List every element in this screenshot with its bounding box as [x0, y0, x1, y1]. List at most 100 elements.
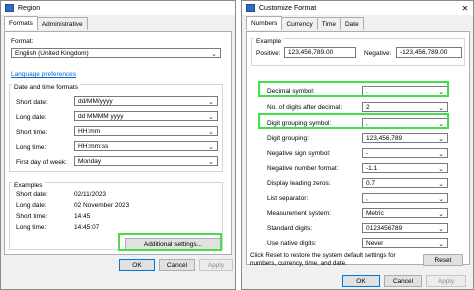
native-digits-value: Never	[366, 239, 384, 247]
reset-button[interactable]: Reset	[423, 254, 463, 266]
negative-number-format-select[interactable]: -1.1 ⌄	[362, 163, 448, 173]
tab-numbers[interactable]: Numbers	[246, 16, 283, 30]
first-day-select[interactable]: Monday ⌄	[74, 156, 218, 166]
measurement-system-select[interactable]: Metric ⌄	[362, 208, 448, 218]
reset-description: Click Reset to restore the system defaul…	[250, 252, 396, 267]
positive-value: 123,456,789.00	[288, 49, 334, 56]
negative-number-format-label: Negative number format:	[267, 165, 339, 172]
tab-formats[interactable]: Formats	[4, 16, 38, 30]
example-short-time-label: Short time:	[16, 213, 48, 220]
decimal-symbol-select[interactable]: . ⌄	[362, 86, 448, 96]
region-titlebar[interactable]: Region	[1, 1, 235, 15]
example-short-date-label: Short date:	[16, 191, 48, 198]
chevron-down-icon: ⌄	[438, 89, 444, 96]
chevron-down-icon: ⌄	[438, 151, 444, 158]
digit-grouping-select[interactable]: 123,456,789 ⌄	[362, 133, 448, 143]
example-group: Example Positive: 123,456,789.00 Negativ…	[251, 38, 465, 66]
format-value: English (United Kingdom)	[15, 49, 89, 57]
example-short-time-value: 14:45	[74, 213, 91, 220]
format-select[interactable]: English (United Kingdom) ⌄	[11, 48, 221, 58]
tab-administrative[interactable]: Administrative	[36, 17, 88, 30]
chevron-down-icon: ⌄	[208, 159, 214, 166]
positive-label: Positive:	[256, 50, 281, 57]
customize-titlebar[interactable]: Customize Format ✕	[242, 1, 473, 15]
list-separator-select[interactable]: , ⌄	[362, 193, 448, 203]
digits-after-decimal-label: No. of digits after decimal:	[267, 104, 343, 111]
numbers-panel: Example Positive: 123,456,789.00 Negativ…	[246, 31, 470, 265]
digits-after-decimal-select[interactable]: 2 ⌄	[362, 102, 448, 112]
negative-value: -123,456,789.00	[400, 49, 448, 56]
customize-apply-button[interactable]: Apply	[426, 275, 466, 287]
example-long-date-label: Long date:	[16, 202, 47, 209]
digit-grouping-symbol-value: ,	[366, 119, 368, 127]
example-long-time-label: Long time:	[16, 224, 47, 231]
short-date-label: Short date:	[16, 99, 48, 106]
chevron-down-icon: ⌄	[438, 211, 444, 218]
chevron-down-icon: ⌄	[438, 181, 444, 188]
example-group-title: Example	[254, 38, 284, 45]
decimal-symbol-value: .	[366, 87, 368, 95]
digit-grouping-symbol-select[interactable]: , ⌄	[362, 118, 448, 128]
datetime-group-title: Date and time formats	[12, 84, 80, 91]
standard-digits-label: Standard digits:	[267, 225, 313, 232]
long-date-select[interactable]: dd MMMM yyyy ⌄	[74, 111, 218, 121]
long-time-label: Long time:	[16, 144, 47, 151]
native-digits-select[interactable]: Never ⌄	[362, 238, 448, 248]
region-apply-button[interactable]: Apply	[199, 259, 233, 271]
customize-ok-button[interactable]: OK	[342, 275, 380, 287]
short-time-select[interactable]: HH:mm ⌄	[74, 126, 218, 136]
chevron-down-icon: ⌄	[438, 136, 444, 143]
standard-digits-select[interactable]: 0123456789 ⌄	[362, 223, 448, 233]
short-date-select[interactable]: dd/MM/yyyy ⌄	[74, 96, 218, 106]
region-title: Region	[18, 4, 41, 12]
long-time-value: HH:mm:ss	[78, 142, 109, 150]
decimal-symbol-label: Decimal symbol:	[267, 88, 315, 95]
chevron-down-icon: ⌄	[438, 121, 444, 128]
short-time-label: Short time:	[16, 129, 48, 136]
tab-time[interactable]: Time	[316, 17, 341, 30]
chevron-down-icon: ⌄	[208, 129, 214, 136]
negative-number-format-value: -1.1	[366, 164, 378, 172]
customize-title: Customize Format	[259, 4, 317, 12]
leading-zeros-select[interactable]: 0.7 ⌄	[362, 178, 448, 188]
customize-icon	[246, 4, 255, 12]
region-ok-button[interactable]: OK	[119, 259, 155, 271]
negative-sign-label: Negative sign symbol:	[267, 150, 331, 157]
negative-field: -123,456,789.00	[396, 47, 462, 58]
positive-field: 123,456,789.00	[284, 47, 356, 58]
leading-zeros-value: 0.7	[366, 179, 376, 187]
chevron-down-icon: ⌄	[438, 196, 444, 203]
language-preferences-link[interactable]: Language preferences	[11, 71, 76, 78]
tab-currency[interactable]: Currency	[281, 17, 318, 30]
chevron-down-icon: ⌄	[438, 226, 444, 233]
customize-cancel-button[interactable]: Cancel	[384, 275, 422, 287]
native-digits-label: Use native digits:	[267, 240, 317, 247]
close-icon[interactable]: ✕	[457, 1, 473, 15]
digit-grouping-label: Digit grouping:	[267, 135, 309, 142]
additional-settings-button[interactable]: Additional settings...	[125, 238, 221, 250]
chevron-down-icon: ⌄	[438, 105, 444, 112]
example-short-date-value: 02/11/2023	[74, 191, 107, 198]
long-time-select[interactable]: HH:mm:ss ⌄	[74, 141, 218, 151]
chevron-down-icon: ⌄	[438, 166, 444, 173]
long-date-label: Long date:	[16, 114, 47, 121]
example-long-time-value: 14:45:07	[74, 224, 100, 231]
examples-group-title: Examples	[12, 182, 45, 189]
customize-format-window: Customize Format ✕ Numbers Currency Time…	[241, 0, 474, 290]
measurement-system-label: Measurement system:	[267, 210, 331, 217]
chevron-down-icon: ⌄	[208, 114, 214, 121]
datetime-group: Date and time formats Short date: dd/MM/…	[9, 84, 223, 172]
formats-panel: Format: English (United Kingdom) ⌄ Langu…	[4, 31, 232, 255]
measurement-system-value: Metric	[366, 209, 384, 217]
example-long-date-value: 02 November 2023	[74, 202, 130, 209]
list-separator-value: ,	[366, 194, 368, 202]
short-date-value: dd/MM/yyyy	[78, 97, 113, 105]
negative-sign-select[interactable]: - ⌄	[362, 148, 448, 158]
chevron-down-icon: ⌄	[211, 51, 217, 58]
negative-label: Negative:	[364, 50, 392, 57]
digit-grouping-symbol-label: Digit grouping symbol:	[267, 120, 332, 127]
digits-after-decimal-value: 2	[366, 103, 370, 111]
tab-date[interactable]: Date	[339, 17, 364, 30]
region-window: Region Formats Administrative Format: En…	[0, 0, 236, 290]
region-cancel-button[interactable]: Cancel	[159, 259, 195, 271]
